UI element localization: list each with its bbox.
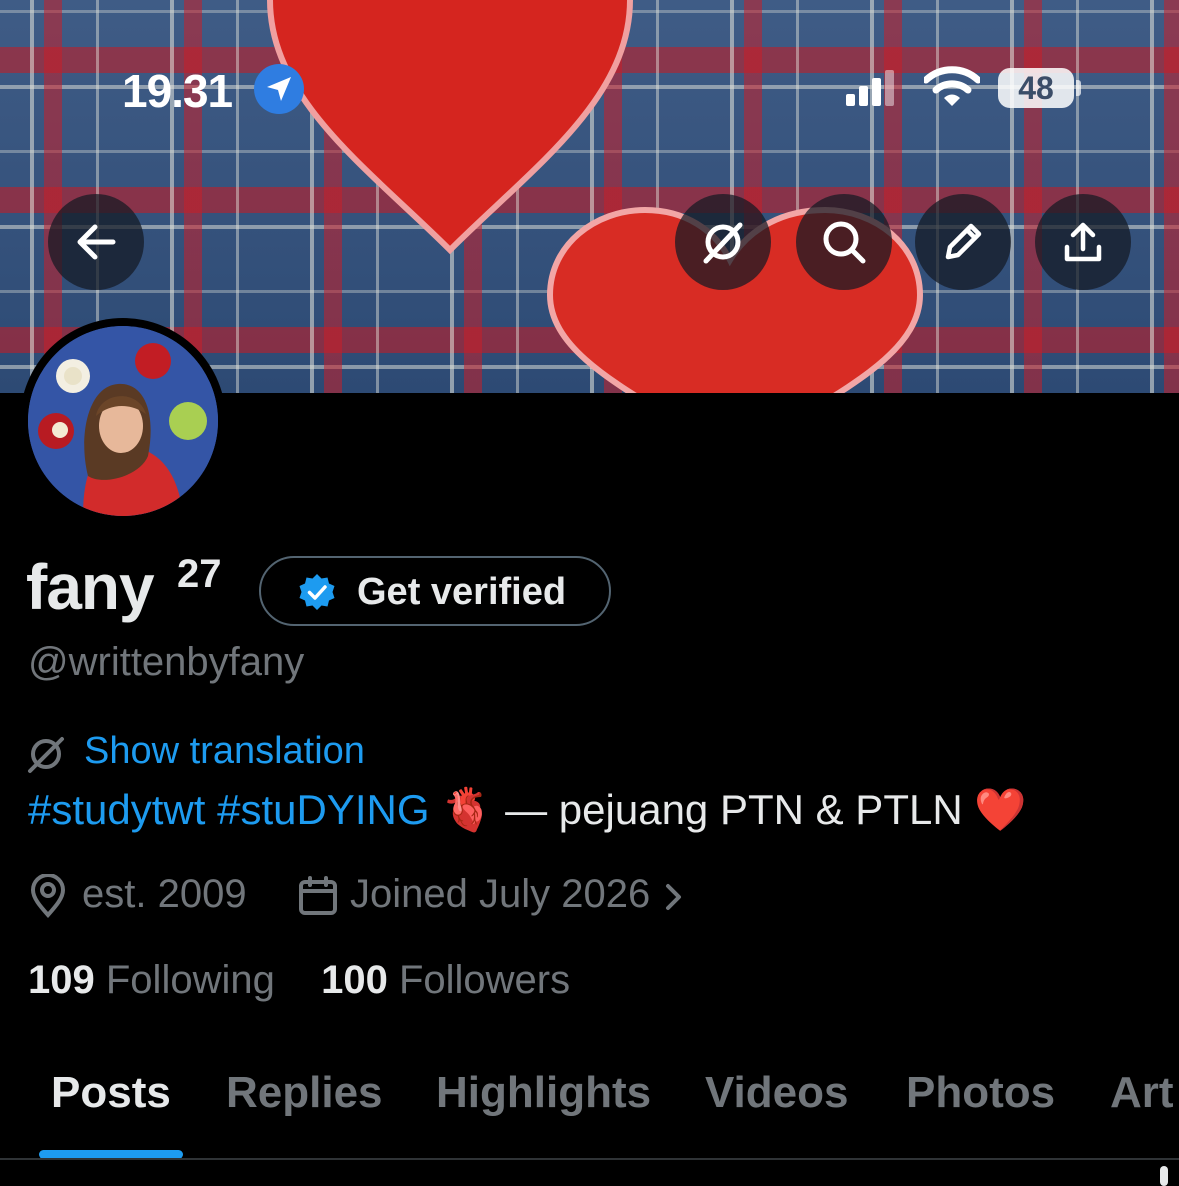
verified-badge-icon bbox=[299, 574, 335, 610]
share-button[interactable] bbox=[1035, 194, 1131, 290]
profile-stats: 109 Following 100 Followers bbox=[28, 958, 570, 1003]
wifi-icon bbox=[924, 66, 980, 106]
signal-icon bbox=[846, 70, 894, 106]
scrollbar[interactable] bbox=[1160, 1166, 1168, 1186]
profile-name-superscript: 27 bbox=[177, 552, 222, 596]
avatar-image bbox=[28, 326, 218, 516]
battery-nub bbox=[1076, 80, 1081, 96]
bio-text: — pejuang PTN & PTLN bbox=[493, 786, 975, 833]
tab-posts[interactable]: Posts bbox=[51, 1068, 171, 1118]
joined-date-link[interactable]: Joined July 2026 bbox=[350, 872, 650, 917]
pencil-icon bbox=[945, 223, 982, 260]
tab-highlights[interactable]: Highlights bbox=[436, 1068, 651, 1118]
followers-count: 100 bbox=[321, 958, 388, 1002]
tab-replies[interactable]: Replies bbox=[226, 1068, 383, 1118]
tab-articles[interactable]: Art bbox=[1110, 1068, 1174, 1118]
status-time: 19.31 bbox=[122, 65, 233, 117]
get-verified-button[interactable]: Get verified bbox=[259, 556, 611, 626]
profile-handle: @writtenbyfany bbox=[28, 640, 305, 684]
following-label: Following bbox=[105, 958, 275, 1002]
anatomical-heart-emoji: 🫀 bbox=[441, 786, 494, 833]
avatar[interactable] bbox=[20, 318, 226, 524]
search-button[interactable] bbox=[796, 194, 892, 290]
location-arrow-icon bbox=[254, 64, 304, 114]
calendar-icon bbox=[299, 876, 337, 915]
profile-tabs: Posts Replies Highlights Videos Photos A… bbox=[0, 1060, 1179, 1160]
share-icon bbox=[1064, 222, 1102, 262]
tab-videos[interactable]: Videos bbox=[705, 1068, 848, 1118]
location-pin-icon bbox=[30, 874, 66, 918]
arrow-left-icon bbox=[77, 224, 116, 260]
tab-photos[interactable]: Photos bbox=[906, 1068, 1055, 1118]
show-translation-label: Show translation bbox=[84, 730, 365, 772]
location-text: est. 2009 bbox=[82, 872, 247, 916]
grok-button[interactable] bbox=[675, 194, 771, 290]
chevron-right-icon[interactable] bbox=[662, 882, 686, 912]
followers-label: Followers bbox=[398, 958, 571, 1002]
followers-link[interactable]: 100 Followers bbox=[321, 958, 570, 1002]
grok-icon bbox=[28, 737, 64, 773]
back-button[interactable] bbox=[48, 194, 144, 290]
profile-meta: est. 2009 Joined July 2026 bbox=[26, 870, 926, 920]
profile-name: fany bbox=[26, 551, 155, 623]
red-heart-emoji: ❤️ bbox=[974, 786, 1027, 833]
profile-bio: #studytwt #stuDYING 🫀 — pejuang PTN & PT… bbox=[28, 786, 1027, 835]
get-verified-label: Get verified bbox=[357, 571, 567, 613]
divider bbox=[0, 1158, 1179, 1160]
edit-button[interactable] bbox=[915, 194, 1011, 290]
hashtag-link[interactable]: #stuDYING bbox=[217, 786, 429, 833]
battery-indicator: 48 bbox=[998, 68, 1074, 108]
following-link[interactable]: 109 Following bbox=[28, 958, 286, 1002]
hashtag-link[interactable]: #studytwt bbox=[28, 786, 205, 833]
grok-icon bbox=[703, 222, 743, 264]
following-count: 109 bbox=[28, 958, 95, 1002]
search-icon bbox=[823, 221, 866, 264]
